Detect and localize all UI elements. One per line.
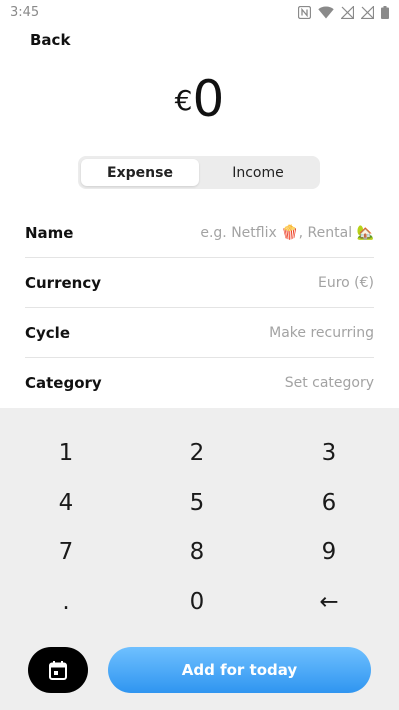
status-bar: 3:45 [0, 0, 399, 24]
details-form: Name e.g. Netflix 🍿, Rental 🏡 Currency E… [25, 208, 374, 408]
key-7[interactable]: 7 [26, 532, 106, 572]
signal-off-icon-2 [361, 5, 374, 19]
amount-display: €0 [0, 70, 399, 128]
key-1[interactable]: 1 [26, 433, 106, 473]
key-2[interactable]: 2 [157, 433, 237, 473]
toggle-expense[interactable]: Expense [81, 159, 199, 186]
amount-currency-symbol: € [174, 84, 193, 117]
wifi-icon [318, 6, 334, 18]
currency-value[interactable]: Euro (€) [318, 275, 374, 291]
name-label: Name [25, 223, 74, 242]
name-row[interactable]: Name e.g. Netflix 🍿, Rental 🏡 [25, 208, 374, 258]
calendar-icon [49, 660, 67, 680]
key-6[interactable]: 6 [289, 483, 369, 523]
status-time: 3:45 [10, 4, 40, 20]
cycle-row[interactable]: Cycle Make recurring [25, 308, 374, 358]
category-row[interactable]: Category Set category [25, 358, 374, 408]
expense-income-toggle: Expense Income [78, 156, 320, 189]
key-8[interactable]: 8 [157, 532, 237, 572]
status-icons [298, 5, 389, 19]
key-5[interactable]: 5 [157, 483, 237, 523]
currency-row[interactable]: Currency Euro (€) [25, 258, 374, 308]
category-value[interactable]: Set category [285, 375, 374, 391]
backspace-key[interactable]: ← [289, 582, 369, 622]
key-3[interactable]: 3 [289, 433, 369, 473]
key-4[interactable]: 4 [26, 483, 106, 523]
key-decimal[interactable]: . [26, 582, 106, 622]
category-label: Category [25, 374, 102, 392]
cycle-label: Cycle [25, 323, 70, 342]
signal-off-icon [341, 5, 354, 19]
amount-value: 0 [192, 70, 225, 128]
key-0[interactable]: 0 [157, 582, 237, 622]
add-for-today-button[interactable]: Add for today [108, 647, 371, 693]
nfc-icon [298, 5, 311, 19]
back-button[interactable]: Back [30, 31, 70, 49]
calendar-button[interactable] [28, 647, 88, 693]
battery-icon [381, 5, 389, 19]
name-field[interactable]: e.g. Netflix 🍿, Rental 🏡 [200, 225, 374, 241]
key-9[interactable]: 9 [289, 532, 369, 572]
currency-label: Currency [25, 273, 102, 292]
toggle-income[interactable]: Income [199, 159, 317, 186]
cycle-value[interactable]: Make recurring [269, 325, 374, 341]
